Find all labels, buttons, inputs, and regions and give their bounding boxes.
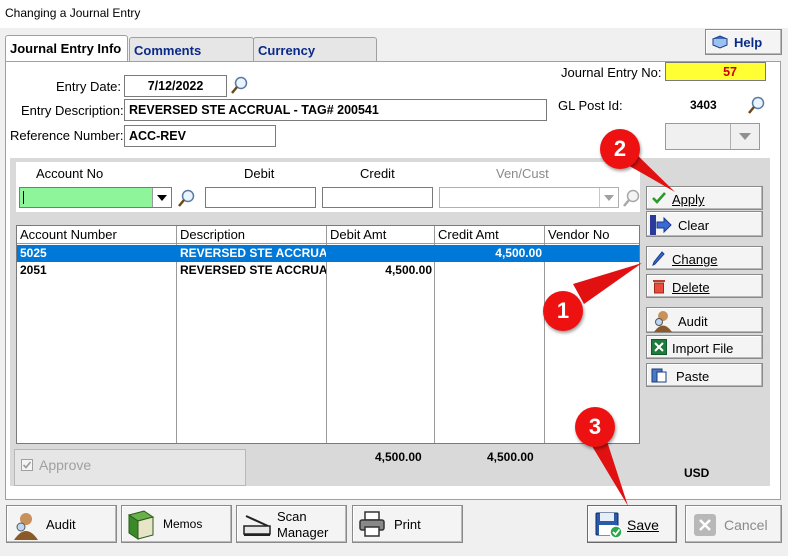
callout-arrows-overlay [573,146,675,506]
callout-badge-3: 3 [575,407,615,447]
callout-badge-2: 2 [600,129,640,169]
callout-badge-1: 1 [543,291,583,331]
